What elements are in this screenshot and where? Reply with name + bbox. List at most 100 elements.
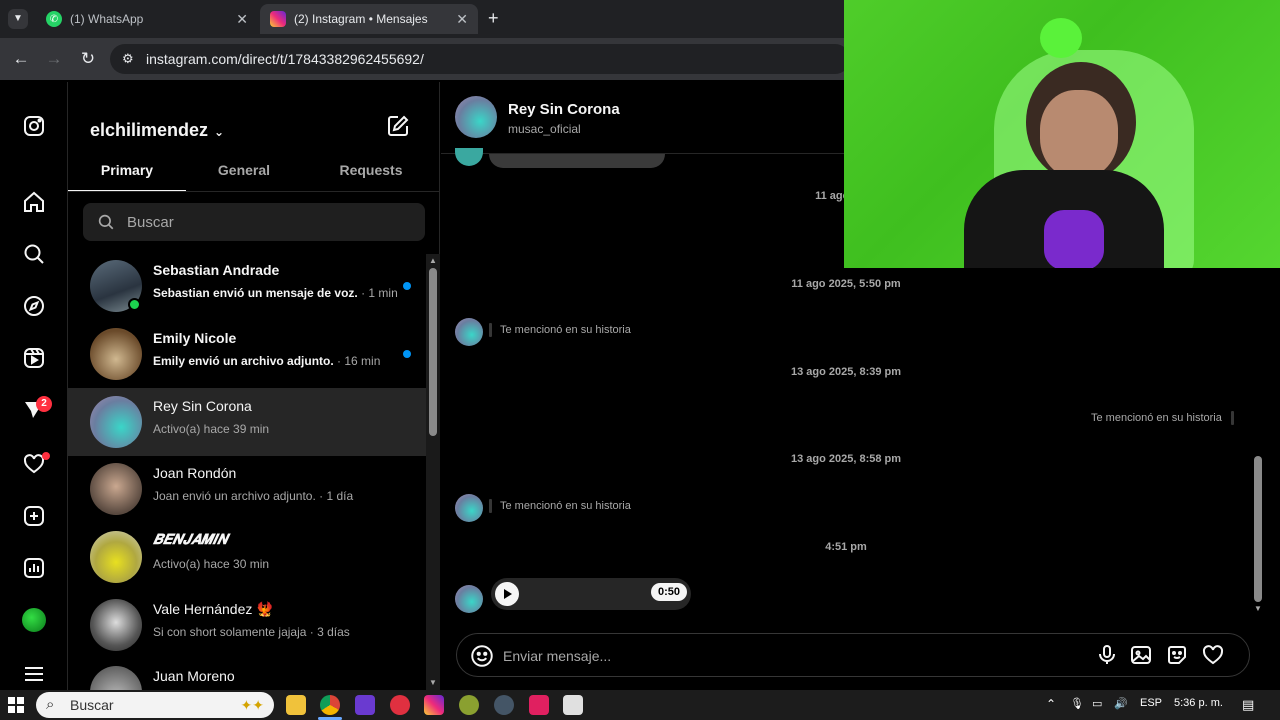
message-timestamp: 13 ago 2025, 8:39 pm bbox=[790, 366, 902, 378]
chat-contact-name[interactable]: Rey Sin Corona bbox=[508, 101, 620, 118]
site-settings-icon[interactable]: ⚙ bbox=[122, 51, 134, 67]
tab-requests[interactable]: Requests bbox=[308, 162, 434, 178]
avatar bbox=[455, 148, 483, 166]
explore-compass-icon[interactable] bbox=[20, 292, 48, 320]
emoji-icon[interactable] bbox=[469, 643, 495, 669]
conversation-item[interactable]: 𝑩𝑬𝑵𝑱𝑨𝑴𝑰𝑵 Activo(a) hace 30 min bbox=[68, 523, 426, 591]
volume-icon[interactable]: 🔊 bbox=[1114, 697, 1128, 710]
notifications-icon[interactable]: ▤ bbox=[1242, 697, 1254, 713]
calendar-app-icon[interactable] bbox=[563, 695, 583, 715]
tab-primary[interactable]: Primary bbox=[68, 162, 186, 178]
alien-plush-shape bbox=[1040, 18, 1082, 58]
chat-scrollbar[interactable]: ▼ bbox=[1251, 262, 1265, 622]
message-timestamp: 4:51 pm bbox=[825, 541, 867, 553]
purple-sleeve-shape bbox=[1044, 210, 1104, 268]
conversation-item[interactable]: Sebastian Andrade Sebastian envió un men… bbox=[68, 252, 426, 320]
new-message-icon[interactable] bbox=[386, 114, 412, 140]
tray-chevron-up-icon[interactable]: ⌃ bbox=[1046, 697, 1056, 711]
language-indicator[interactable]: ESP bbox=[1140, 697, 1162, 709]
avatar bbox=[90, 599, 142, 651]
obs-icon[interactable] bbox=[459, 695, 479, 715]
windows-start-icon[interactable] bbox=[8, 697, 24, 713]
scroll-down-arrow-icon[interactable]: ▼ bbox=[1254, 604, 1262, 613]
play-button[interactable] bbox=[495, 582, 519, 606]
more-menu-icon[interactable] bbox=[20, 660, 48, 688]
person-face-shape bbox=[1040, 90, 1118, 178]
tab-divider bbox=[68, 191, 440, 192]
conversation-item[interactable]: Juan Moreno bbox=[68, 658, 426, 690]
story-mention-text[interactable]: Te mencionó en su historia bbox=[1091, 412, 1222, 424]
reload-icon[interactable]: ↻ bbox=[77, 48, 99, 70]
taskbar-search[interactable]: ⌕ Buscar ✦✦ bbox=[36, 692, 274, 718]
search-icon: ⌕ bbox=[46, 696, 55, 713]
message-timestamp: 11 ago 2025, 5:50 pm bbox=[791, 278, 901, 290]
conversation-preview: Si con short solamente jajaja · 3 días bbox=[153, 625, 350, 639]
conversation-name: 𝑩𝑬𝑵𝑱𝑨𝑴𝑰𝑵 bbox=[153, 533, 228, 548]
conversation-item-selected[interactable]: Rey Sin Corona Activo(a) hace 39 min bbox=[68, 388, 426, 456]
tiktok-icon[interactable] bbox=[529, 695, 549, 715]
scrollbar-thumb[interactable] bbox=[1254, 456, 1262, 602]
tab-list-chevron-icon[interactable]: ▼ bbox=[8, 9, 28, 29]
new-tab-icon[interactable]: + bbox=[488, 8, 499, 29]
scroll-up-arrow-icon[interactable]: ▲ bbox=[429, 256, 437, 265]
message-image-thumbnail[interactable] bbox=[489, 154, 665, 168]
chat-contact-username: musac_oficial bbox=[508, 122, 581, 136]
unread-dot bbox=[403, 350, 411, 358]
network-icon[interactable]: ▭ bbox=[1092, 697, 1102, 710]
scroll-down-arrow-icon[interactable]: ▼ bbox=[429, 678, 437, 687]
dashboard-chart-icon[interactable] bbox=[20, 554, 48, 582]
avatar bbox=[90, 396, 142, 448]
conversation-name: Juan Moreno bbox=[153, 668, 235, 684]
story-reference-bar bbox=[1231, 411, 1234, 425]
close-tab-icon[interactable]: ✕ bbox=[236, 11, 248, 28]
story-mention-text[interactable]: Te mencionó en su historia bbox=[500, 500, 631, 512]
reels-icon[interactable] bbox=[20, 344, 48, 372]
create-plus-icon[interactable] bbox=[20, 502, 48, 530]
search-input[interactable]: Buscar bbox=[83, 203, 425, 241]
chrome-icon[interactable] bbox=[320, 695, 340, 715]
url-field[interactable]: ⚙ instagram.com/direct/t/178433829624556… bbox=[110, 44, 850, 74]
preview-time: · 3 días bbox=[309, 625, 350, 639]
conversation-item[interactable]: Emily Nicole Emily envió un archivo adju… bbox=[68, 320, 426, 388]
image-upload-icon[interactable] bbox=[1129, 643, 1155, 669]
conversation-item[interactable]: Joan Rondón Joan envió un archivo adjunt… bbox=[68, 455, 426, 523]
sticker-icon[interactable] bbox=[1165, 643, 1191, 669]
preview-time: · 16 min bbox=[337, 354, 381, 368]
steam-icon[interactable] bbox=[494, 695, 514, 715]
conversation-name: Rey Sin Corona bbox=[153, 398, 252, 414]
clock[interactable]: 5:36 p. m. bbox=[1174, 697, 1223, 709]
browser-tab-whatsapp[interactable]: ✆ (1) WhatsApp ✕ bbox=[36, 4, 258, 34]
video-editor-icon[interactable] bbox=[355, 695, 375, 715]
message-input[interactable] bbox=[503, 645, 1063, 667]
home-icon[interactable] bbox=[20, 188, 48, 216]
instagram-logo-icon[interactable] bbox=[20, 112, 48, 140]
preview-text: Joan envió un archivo adjunto. bbox=[153, 489, 316, 503]
preview-text: Si con short solamente jajaja bbox=[153, 625, 307, 639]
instagram-icon bbox=[270, 11, 286, 27]
like-heart-icon[interactable] bbox=[1201, 643, 1227, 669]
inbox-scrollbar[interactable]: ▲ ▼ bbox=[426, 254, 440, 690]
story-mention-text[interactable]: Te mencionó en su historia bbox=[500, 324, 631, 336]
close-tab-icon[interactable]: ✕ bbox=[456, 11, 468, 28]
avatar bbox=[90, 531, 142, 583]
profile-avatar-icon[interactable] bbox=[20, 606, 48, 634]
chat-avatar[interactable] bbox=[455, 96, 497, 138]
chevron-down-icon: ⌄ bbox=[214, 125, 225, 139]
microphone-tray-icon[interactable]: 🎙 bbox=[1070, 697, 1084, 710]
file-explorer-icon[interactable] bbox=[286, 695, 306, 715]
voice-message[interactable]: 0:50 bbox=[491, 578, 691, 610]
target-app-icon[interactable] bbox=[390, 695, 410, 715]
back-arrow-icon[interactable]: ← bbox=[10, 48, 32, 70]
tab-general[interactable]: General bbox=[186, 162, 302, 178]
account-switcher[interactable]: elchilimendez ⌄ bbox=[90, 120, 224, 141]
unread-dot bbox=[403, 282, 411, 290]
scrollbar-thumb[interactable] bbox=[429, 268, 437, 436]
conversation-item[interactable]: Vale Hernández 🐦‍🔥 Si con short solament… bbox=[68, 591, 426, 659]
instagram-app-icon[interactable] bbox=[424, 695, 444, 715]
whatsapp-icon: ✆ bbox=[46, 11, 62, 27]
search-icon[interactable] bbox=[20, 240, 48, 268]
preview-time: · 1 min bbox=[361, 286, 398, 300]
browser-tab-instagram[interactable]: (2) Instagram • Mensajes ✕ bbox=[260, 4, 478, 34]
forward-arrow-icon[interactable]: → bbox=[43, 48, 65, 70]
microphone-icon[interactable] bbox=[1095, 643, 1121, 669]
